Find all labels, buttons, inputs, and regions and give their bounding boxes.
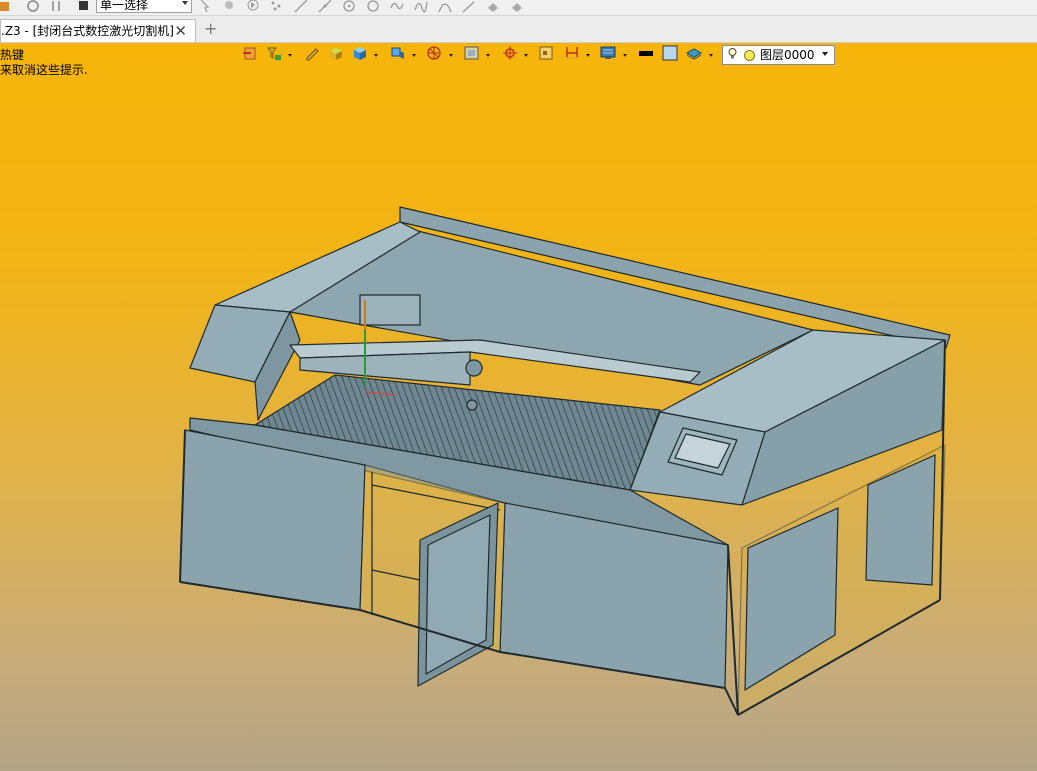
curve-icon[interactable] <box>390 0 404 14</box>
shaded-cube-icon[interactable] <box>390 45 406 61</box>
cube-icon[interactable] <box>352 45 368 61</box>
brush2-icon[interactable] <box>510 0 524 14</box>
selection-mode-value: 单一选择 <box>100 0 149 12</box>
new-tab-button[interactable]: + <box>204 19 217 38</box>
line-icon[interactable] <box>294 0 308 14</box>
view-frame-icon[interactable] <box>464 45 480 61</box>
circle-icon[interactable] <box>342 0 356 14</box>
layer-name: 图层0000 <box>760 48 815 62</box>
point-icon[interactable] <box>222 0 236 14</box>
render-dropdown[interactable] <box>449 54 453 57</box>
cube-dropdown[interactable] <box>374 54 378 57</box>
play-icon[interactable] <box>246 0 260 14</box>
brush-icon[interactable] <box>486 0 500 14</box>
selection-mode-select[interactable]: 单一选择 <box>96 0 192 13</box>
document-tab-title: .Z3 - [封闭台式数控激光切割机] <box>1 24 174 38</box>
pen-line-icon[interactable] <box>462 0 476 14</box>
light-blue-color-icon[interactable] <box>662 45 678 61</box>
redo-icon[interactable] <box>26 0 40 14</box>
document-tab-bar: .Z3 - [封闭台式数控激光切割机] ✕ <box>0 16 1037 43</box>
stop-icon[interactable] <box>76 0 90 14</box>
layer-filter-icon[interactable] <box>266 45 282 61</box>
display-dropdown[interactable] <box>623 54 627 57</box>
dimension-icon[interactable] <box>564 45 580 61</box>
chevron-down-icon <box>822 52 828 56</box>
polyline-icon[interactable] <box>318 0 332 14</box>
laser-cutter-model[interactable] <box>0 43 1037 771</box>
close-icon[interactable]: ✕ <box>174 20 187 42</box>
render-sphere-icon[interactable] <box>426 45 442 61</box>
lightbulb-icon[interactable] <box>728 48 737 59</box>
view-dropdown[interactable] <box>486 54 490 57</box>
layer-stack-dropdown[interactable] <box>709 54 713 57</box>
crosshair-dropdown[interactable] <box>524 54 528 57</box>
chevron-down-icon <box>182 1 188 5</box>
undo-icon[interactable] <box>0 0 14 14</box>
arc-icon[interactable] <box>366 0 380 14</box>
points-icon[interactable] <box>270 0 284 14</box>
layer-select[interactable]: 图层0000 <box>722 45 835 65</box>
layer-stack-icon[interactable] <box>686 45 702 61</box>
document-tab[interactable]: .Z3 - [封闭台式数控激光切割机] ✕ <box>0 19 196 42</box>
box-face-icon[interactable] <box>328 45 344 61</box>
layer-filter-dropdown[interactable] <box>288 54 292 57</box>
dimension-dropdown[interactable] <box>586 54 590 57</box>
display-icon[interactable] <box>600 45 616 61</box>
layer-color-swatch <box>744 50 755 61</box>
black-color-icon[interactable] <box>638 45 654 61</box>
pencil-icon[interactable] <box>304 45 320 61</box>
crosshair-icon[interactable] <box>502 45 518 61</box>
square-icon[interactable] <box>538 45 554 61</box>
main-toolbar: 单一选择 <box>0 0 1037 16</box>
bridge-icon[interactable] <box>438 0 452 14</box>
orange-export-icon[interactable] <box>242 45 258 61</box>
spline-icon[interactable] <box>414 0 428 14</box>
select-pointer-icon[interactable] <box>198 0 212 14</box>
pin-icon[interactable] <box>50 0 64 14</box>
graphics-viewport[interactable]: 热键 来取消这些提示. <box>0 43 1037 771</box>
shading-dropdown[interactable] <box>412 54 416 57</box>
